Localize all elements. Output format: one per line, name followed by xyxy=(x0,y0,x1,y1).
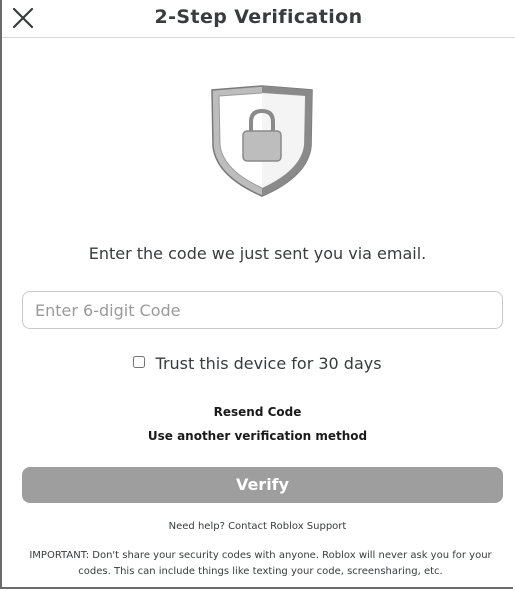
verify-button[interactable]: Verify xyxy=(22,467,503,503)
verification-dialog: 2-Step Verification Enter the code we ju… xyxy=(0,0,515,589)
trust-device-row: Trust this device for 30 days xyxy=(2,354,513,373)
shield-lock-icon xyxy=(211,85,313,197)
another-method-link[interactable]: Use another verification method xyxy=(2,429,513,443)
dialog-header: 2-Step Verification xyxy=(2,0,515,38)
dialog-title: 2-Step Verification xyxy=(154,6,363,28)
code-input[interactable] xyxy=(22,291,503,329)
contact-support-link[interactable]: Contact Roblox Support xyxy=(228,521,346,532)
help-prefix: Need help? xyxy=(168,521,229,532)
instruction-text: Enter the code we just sent you via emai… xyxy=(88,244,427,263)
resend-code-link[interactable]: Resend Code xyxy=(2,405,513,419)
trust-device-label[interactable]: Trust this device for 30 days xyxy=(156,354,382,373)
trust-device-checkbox[interactable] xyxy=(133,356,146,368)
security-notice: IMPORTANT: Don't share your security cod… xyxy=(29,550,492,577)
help-text: Need help? Contact Roblox Support xyxy=(2,521,513,532)
